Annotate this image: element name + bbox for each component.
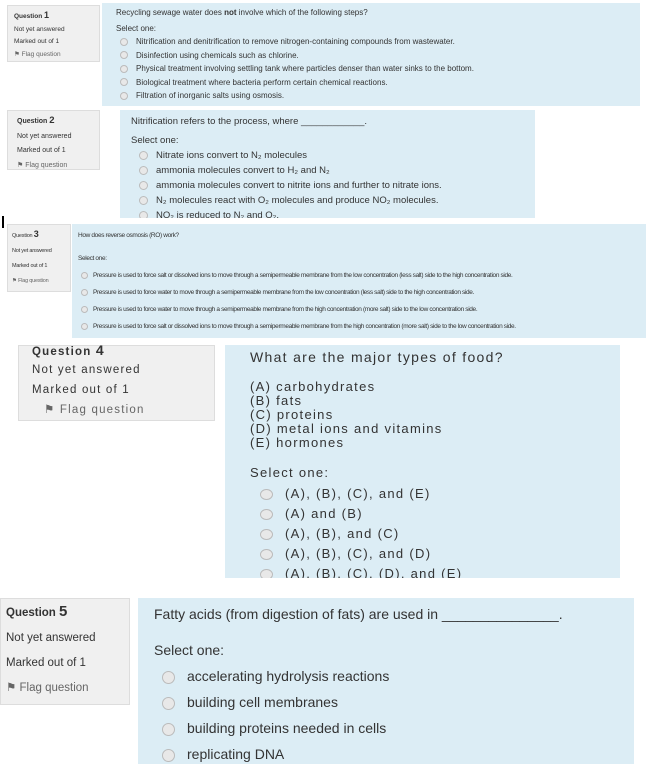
- question-4-info: Question 4 Not yet answered Marked out o…: [18, 342, 215, 421]
- radio-button[interactable]: [139, 210, 148, 218]
- answer-option[interactable]: (A), (B), (C), and (D): [250, 544, 595, 564]
- select-one-label: Select one:: [154, 642, 225, 658]
- question-2-content: Nitrification refers to the process, whe…: [120, 110, 535, 218]
- question-1-info: Question 1 Not yet answered Marked out o…: [7, 5, 100, 62]
- radio-button[interactable]: [260, 489, 273, 501]
- answer-option[interactable]: building cell membranes: [154, 689, 618, 715]
- answer-option[interactable]: Nitrate ions convert to N₂ molecules: [131, 148, 524, 163]
- radio-button[interactable]: [120, 78, 128, 87]
- radio-button[interactable]: [120, 37, 128, 46]
- answer-option[interactable]: replicating DNA: [154, 741, 618, 764]
- flag-question-link[interactable]: ⚑ Flag question: [12, 274, 66, 289]
- radio-button[interactable]: [260, 529, 273, 541]
- answer-option[interactable]: N₂ molecules react with O₂ molecules and…: [131, 193, 524, 208]
- answer-option[interactable]: Pressure is used to force salt or dissol…: [78, 318, 640, 335]
- radio-button[interactable]: [120, 91, 128, 100]
- list-item: (B) fats: [250, 393, 303, 408]
- answer-option[interactable]: Disinfection using chemicals such as chl…: [116, 49, 626, 63]
- flag-question-link[interactable]: ⚑ Flag question: [14, 49, 93, 62]
- answer-option[interactable]: building proteins needed in cells: [154, 715, 618, 741]
- select-one-label: Select one:: [131, 135, 179, 146]
- question-3-content: How does reverse osmosis (RO) work? Sele…: [72, 224, 646, 338]
- question-number: Question 5: [6, 603, 68, 620]
- answer-option[interactable]: (A), (B), and (C): [250, 524, 595, 544]
- radio-button[interactable]: [139, 180, 148, 190]
- select-one-label: Select one:: [250, 465, 330, 480]
- question-status: Not yet answered: [12, 248, 52, 254]
- flag-icon: ⚑: [44, 404, 56, 416]
- list-item: (C) proteins: [250, 407, 334, 422]
- flag-icon: ⚑: [12, 278, 17, 284]
- answer-option[interactable]: Physical treatment involving settling ta…: [116, 62, 626, 76]
- select-one-label: Select one:: [78, 255, 107, 262]
- radio-button[interactable]: [81, 271, 88, 279]
- answer-option[interactable]: (A) and (B): [250, 504, 595, 524]
- question-text: What are the major types of food?: [250, 349, 504, 365]
- radio-button[interactable]: [260, 509, 273, 521]
- radio-button[interactable]: [139, 165, 148, 175]
- list-item: (A) carbohydrates: [250, 379, 376, 394]
- list-item: (E) hormones: [250, 435, 345, 450]
- flag-icon: ⚑: [17, 161, 24, 169]
- flag-question-link[interactable]: ⚑ Flag question: [32, 401, 201, 419]
- question-status: Not yet answered: [32, 364, 141, 376]
- food-list: (A) carbohydrates (B) fats (C) proteins …: [250, 380, 595, 450]
- question-3-info: Question 3 Not yet answered Marked out o…: [7, 224, 71, 292]
- answer-option[interactable]: NO₂ is reduced to N₂ and O₂.: [131, 208, 524, 218]
- question-mark: Marked out of 1: [12, 263, 48, 269]
- question-status: Not yet answered: [14, 25, 65, 33]
- question-text: Recycling sewage water does not involve …: [116, 8, 368, 17]
- select-one-label: Select one:: [116, 23, 157, 33]
- question-number: Question 1: [14, 10, 49, 20]
- question-5-info: Question 5 Not yet answered Marked out o…: [0, 598, 130, 705]
- question-status: Not yet answered: [6, 632, 96, 644]
- radio-button[interactable]: [120, 51, 128, 60]
- radio-button[interactable]: [139, 150, 148, 160]
- answer-option[interactable]: ammonia molecules convert to nitrite ion…: [131, 178, 524, 193]
- answer-option[interactable]: (A), (B), (C), (D), and (E): [250, 564, 595, 578]
- list-item: (D) metal ions and vitamins: [250, 421, 443, 436]
- radio-button[interactable]: [162, 748, 175, 762]
- answer-option[interactable]: Pressure is used to force water to move …: [78, 301, 640, 318]
- radio-button[interactable]: [139, 195, 148, 205]
- radio-button[interactable]: [81, 288, 88, 296]
- radio-button[interactable]: [260, 549, 273, 561]
- radio-button[interactable]: [81, 305, 88, 313]
- question-number: Question 3: [12, 229, 39, 239]
- question-text: Fatty acids (from digestion of fats) are…: [154, 606, 563, 622]
- question-mark: Marked out of 1: [17, 147, 66, 154]
- question-5-content: Fatty acids (from digestion of fats) are…: [138, 598, 634, 764]
- answer-option[interactable]: (A), (B), (C), and (E): [250, 484, 595, 504]
- answer-option[interactable]: Filtration of inorganic salts using osmo…: [116, 89, 626, 103]
- answer-option[interactable]: Nitrification and denitrification to rem…: [116, 35, 626, 49]
- flag-question-link[interactable]: ⚑ Flag question: [6, 676, 124, 701]
- question-text: How does reverse osmosis (RO) work?: [78, 232, 179, 239]
- question-mark: Marked out of 1: [6, 657, 86, 669]
- question-number: Question 4: [32, 342, 105, 358]
- radio-button[interactable]: [162, 670, 175, 684]
- question-2-info: Question 2 Not yet answered Marked out o…: [7, 110, 100, 170]
- question-number: Question 2: [17, 115, 55, 126]
- question-status: Not yet answered: [17, 132, 72, 140]
- question-4-content: What are the major types of food? (A) ca…: [225, 345, 620, 578]
- answer-option[interactable]: Pressure is used to force water to move …: [78, 284, 640, 301]
- question-1-content: Recycling sewage water does not involve …: [102, 3, 640, 106]
- question-mark: Marked out of 1: [32, 384, 130, 396]
- answer-option[interactable]: accelerating hydrolysis reactions: [154, 663, 618, 689]
- question-text: Nitrification refers to the process, whe…: [131, 116, 368, 127]
- radio-button[interactable]: [162, 696, 175, 710]
- question-mark: Marked out of 1: [14, 38, 60, 45]
- radio-button[interactable]: [81, 322, 88, 330]
- radio-button[interactable]: [162, 722, 175, 736]
- flag-icon: ⚑: [6, 682, 17, 694]
- radio-button[interactable]: [260, 569, 273, 578]
- flag-icon: ⚑: [14, 50, 20, 58]
- flag-question-link[interactable]: ⚑ Flag question: [17, 159, 90, 174]
- answer-option[interactable]: Pressure is used to force salt or dissol…: [78, 267, 640, 284]
- answer-option[interactable]: Biological treatment where bacteria perf…: [116, 76, 626, 90]
- answer-option[interactable]: ammonia molecules convert to H₂ and N₂: [131, 163, 524, 178]
- radio-button[interactable]: [120, 64, 128, 73]
- text-cursor: [2, 216, 4, 228]
